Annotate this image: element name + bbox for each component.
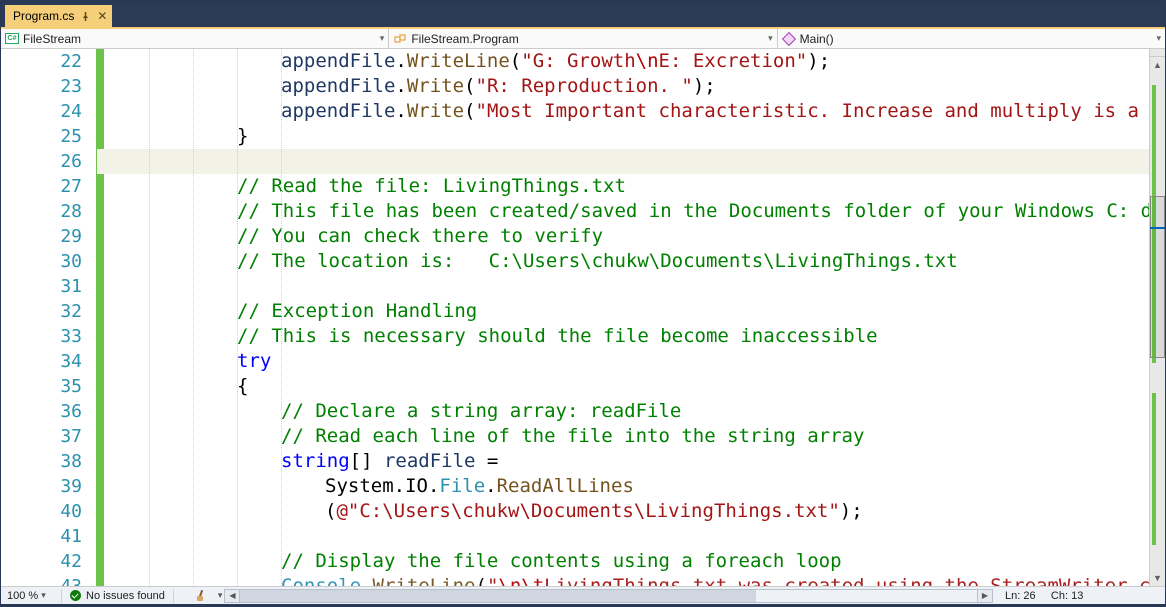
code-line[interactable] [97,524,1149,549]
line-number: 42 [1,549,96,574]
code-line[interactable]: // Read each line of the file into the s… [97,424,1149,449]
line-number: 38 [1,449,96,474]
code-line[interactable]: // Declare a string array: readFile [97,399,1149,424]
namespace-dropdown[interactable]: C# FileStream ▾ [1,29,389,48]
editor-window: Program.cs ✕ C# FileStream ▾ FileStream.… [0,0,1166,607]
check-circle-icon [70,590,81,601]
method-icon [782,33,796,45]
tab-filename: Program.cs [13,9,74,23]
method-dropdown[interactable]: Main() ▾ [778,29,1165,48]
horizontal-scrollbar[interactable]: ◀ ▶ [222,589,995,603]
chevron-down-icon: ▾ [1156,33,1161,44]
code-area[interactable]: − appendFile.WriteLine("G: Growth\nE: Ex… [97,49,1149,586]
line-number: 23 [1,74,96,99]
code-line[interactable]: // Read the file: LivingThings.txt [97,174,1149,199]
code-line[interactable]: appendFile.Write("Most Important charact… [97,99,1149,124]
line-number: 43 [1,574,96,586]
zoom-value: 100 % [7,590,38,602]
hscroll-track[interactable] [240,589,977,603]
caret-marker [1150,227,1165,229]
issues-indicator[interactable]: No issues found [62,590,173,602]
line-number: 37 [1,424,96,449]
line-number: 32 [1,299,96,324]
scroll-track[interactable] [1150,65,1165,570]
line-number: 33 [1,324,96,349]
zoom-dropdown[interactable]: 100 % ▾ [1,590,61,602]
gutter: 2223242526272829303132333435363738394041… [1,49,97,586]
line-number: 29 [1,224,96,249]
line-number: 35 [1,374,96,399]
code-line[interactable]: System.IO.File.ReadAllLines [97,474,1149,499]
vertical-scrollbar[interactable]: ▲ ▼ [1149,49,1165,586]
code-line[interactable]: string[] readFile = [97,449,1149,474]
change-marker [1152,393,1156,545]
hscroll-thumb[interactable] [240,590,756,602]
code-line[interactable]: (@"C:\Users\chukw\Documents\LivingThings… [97,499,1149,524]
code-line[interactable]: } [97,124,1149,149]
line-number: 34 [1,349,96,374]
class-label: FileStream.Program [411,32,518,46]
method-label: Main() [800,32,834,46]
code-line[interactable]: // Exception Handling [97,299,1149,324]
line-number: 40 [1,499,96,524]
line-number: 39 [1,474,96,499]
ln-value: 26 [1023,590,1035,602]
navigation-bar: C# FileStream ▾ FileStream.Program ▾ Mai… [1,27,1165,49]
code-editor[interactable]: 2223242526272829303132333435363738394041… [1,49,1165,586]
code-line[interactable]: // You can check there to verify [97,224,1149,249]
line-number: 24 [1,99,96,124]
line-number: 28 [1,199,96,224]
editor-status-bar: 100 % ▾ No issues found ▾ ◀ ▶ Ln: 26 Ch:… [1,586,1165,604]
scroll-thumb[interactable] [1150,196,1165,358]
document-tab-well[interactable]: Program.cs ✕ [1,5,1165,27]
scroll-right-icon[interactable]: ▶ [977,589,993,603]
code-line[interactable]: // This is necessary should the file bec… [97,324,1149,349]
class-dropdown[interactable]: FileStream.Program ▾ [389,29,777,48]
code-line[interactable]: // This file has been created/saved in t… [97,199,1149,224]
class-icon [393,33,407,45]
chevron-down-icon: ▾ [768,33,773,44]
namespace-label: FileStream [23,32,81,46]
code-line[interactable] [97,274,1149,299]
ch-label: Ch: [1051,590,1068,602]
chevron-down-icon: ▾ [380,33,385,44]
split-grip[interactable] [1150,49,1165,57]
code-line[interactable]: appendFile.Write("R: Reproduction. "); [97,74,1149,99]
bottom-border [1,604,1165,606]
code-content[interactable]: appendFile.WriteLine("G: Growth\nE: Excr… [97,49,1149,586]
code-line[interactable]: { [97,374,1149,399]
ch-value: 13 [1071,590,1083,602]
code-line[interactable]: appendFile.WriteLine("G: Growth\nE: Excr… [97,49,1149,74]
scroll-left-icon[interactable]: ◀ [224,589,240,603]
cleanup-icon[interactable] [194,590,208,602]
pin-icon[interactable] [80,11,90,21]
line-numbers: 2223242526272829303132333435363738394041… [1,49,96,586]
issues-text: No issues found [86,590,165,602]
code-line[interactable]: // Display the file contents using a for… [97,549,1149,574]
line-number: 22 [1,49,96,74]
code-line[interactable]: try [97,349,1149,374]
csharp-project-icon: C# [5,33,19,45]
line-number: 27 [1,174,96,199]
caret-position[interactable]: Ln: 26 Ch: 13 [995,590,1165,602]
close-icon[interactable]: ✕ [96,10,108,22]
line-number: 25 [1,124,96,149]
ln-label: Ln: [1005,590,1020,602]
line-number: 41 [1,524,96,549]
line-number: 30 [1,249,96,274]
line-number: 36 [1,399,96,424]
code-line[interactable]: // The location is: C:\Users\chukw\Docum… [97,249,1149,274]
document-tab-program-cs[interactable]: Program.cs ✕ [5,5,112,27]
line-number: 31 [1,274,96,299]
scroll-down-icon[interactable]: ▼ [1150,570,1165,586]
code-line[interactable] [97,149,1149,174]
line-number: 26 [1,149,96,174]
chevron-down-icon: ▾ [41,590,46,601]
code-line[interactable]: Console.WriteLine("\n\tLivingThings.txt … [97,574,1149,586]
